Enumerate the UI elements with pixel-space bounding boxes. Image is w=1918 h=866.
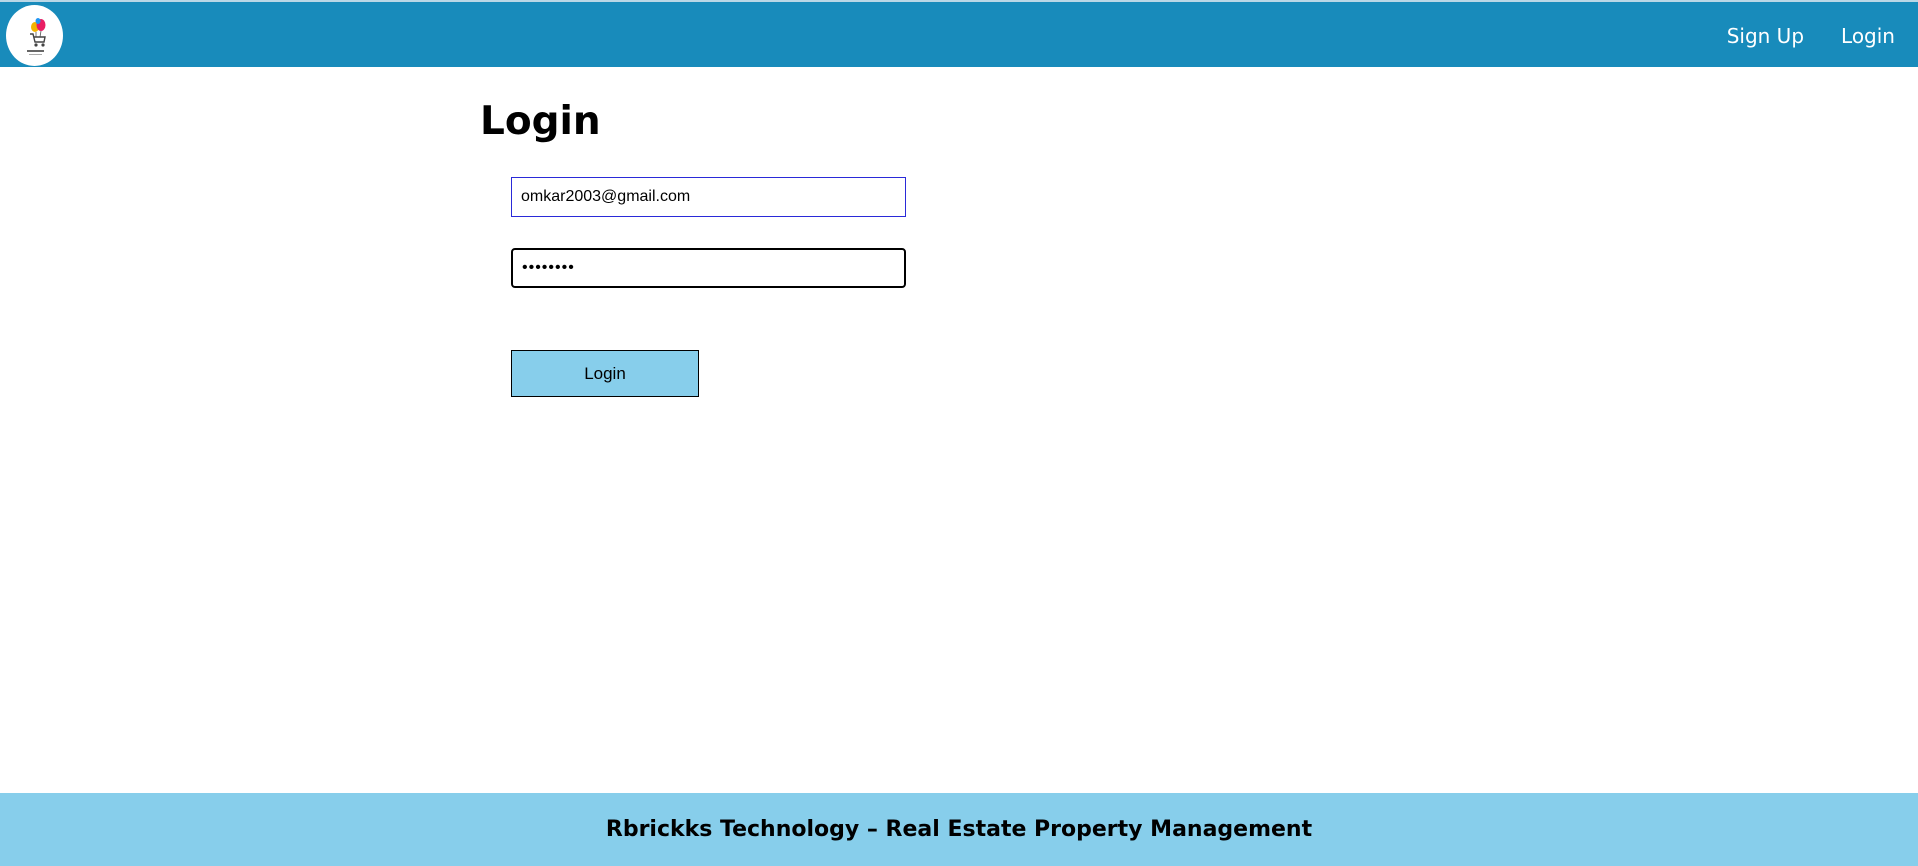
- nav-login-link[interactable]: Login: [1841, 24, 1895, 48]
- logo-graphic: [27, 18, 46, 55]
- shopping-cart-logo-icon[interactable]: [6, 5, 63, 66]
- email-field[interactable]: [511, 177, 906, 217]
- navbar: Sign Up Login: [0, 0, 1918, 67]
- footer-text: Rbrickks Technology – Real Estate Proper…: [605, 817, 1313, 842]
- password-field[interactable]: [511, 248, 906, 288]
- nav-signup-link[interactable]: Sign Up: [1727, 24, 1804, 48]
- login-button[interactable]: Login: [511, 350, 699, 397]
- page-title: Login: [480, 99, 601, 144]
- footer: Rbrickks Technology – Real Estate Proper…: [0, 793, 1918, 866]
- top-nav: Sign Up Login: [1690, 2, 1895, 69]
